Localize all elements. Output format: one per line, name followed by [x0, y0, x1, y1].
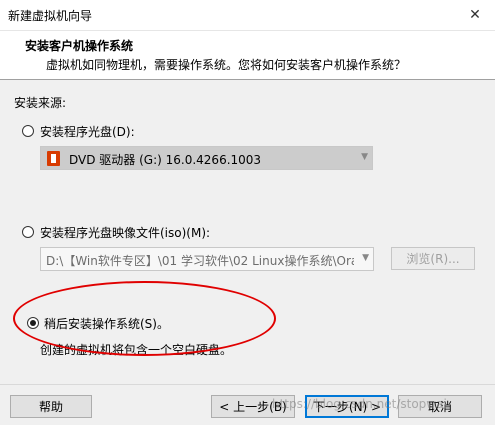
chevron-down-icon: ▼ [361, 152, 368, 162]
option-installer-disc-label[interactable]: 安装程序光盘(D): [40, 123, 135, 140]
install-later-description: 创建的虚拟机将包含一个空白硬盘。 [40, 343, 233, 357]
window-title: 新建虚拟机向导 [8, 9, 93, 23]
help-button[interactable]: 帮助 [10, 395, 92, 418]
option-install-later-label[interactable]: 稍后安装操作系统(S)。 [44, 315, 169, 332]
radio-installer-disc[interactable] [22, 125, 34, 137]
radio-iso-image[interactable] [22, 226, 34, 238]
iso-path-input[interactable]: D:\【Win软件专区】\01 学习软件\02 Linux操作系统\Orac ▼ [40, 247, 374, 271]
install-source-label: 安装来源: [14, 96, 67, 110]
watermark-text: https://blog.csdn.net/stopwai [272, 397, 447, 411]
footer-divider [0, 384, 495, 385]
browse-button[interactable]: 浏览(R)... [391, 247, 475, 270]
dvd-drive-select[interactable]: DVD 驱动器 (G:) 16.0.4266.1003 ▼ [40, 146, 373, 170]
page-title: 安装客户机操作系统 [25, 39, 134, 53]
option-iso-image-label[interactable]: 安装程序光盘映像文件(iso)(M): [40, 224, 210, 241]
close-icon: ✕ [469, 7, 481, 23]
radio-install-later[interactable] [27, 317, 39, 329]
page-subtitle: 虚拟机如同物理机，需要操作系统。您将如何安装客户机操作系统？ [46, 58, 407, 72]
iso-path-value: D:\【Win软件专区】\01 学习软件\02 Linux操作系统\Orac [46, 254, 354, 268]
office-icon [47, 151, 60, 166]
window-titlebar: 新建虚拟机向导 ✕ [0, 0, 495, 31]
close-button[interactable]: ✕ [455, 0, 495, 30]
dvd-drive-value: DVD 驱动器 (G:) 16.0.4266.1003 [69, 153, 262, 167]
chevron-down-icon: ▼ [362, 253, 369, 263]
wizard-header: 安装客户机操作系统 虚拟机如同物理机，需要操作系统。您将如何安装客户机操作系统？ [0, 31, 495, 80]
